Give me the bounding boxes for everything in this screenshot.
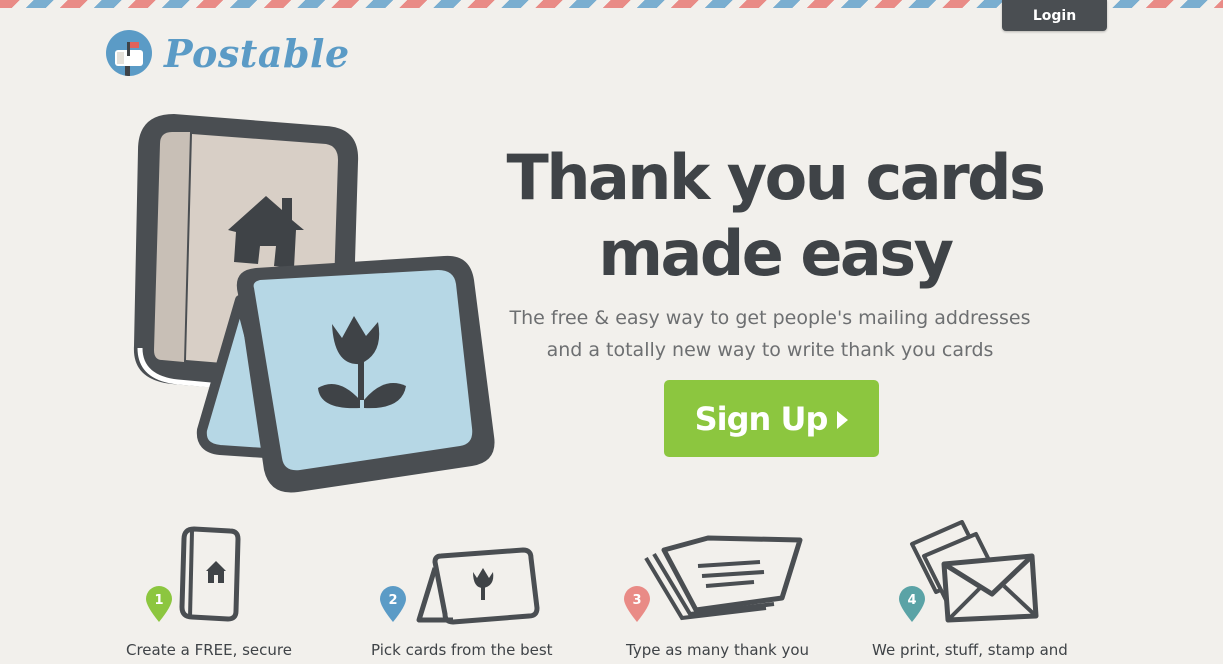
envelopes-icon bbox=[910, 520, 1039, 623]
step-3-text: Type as many thank you bbox=[626, 641, 810, 659]
step-pin-2: 2 bbox=[380, 586, 406, 622]
signup-label: Sign Up bbox=[694, 399, 829, 438]
login-button[interactable]: Login bbox=[1002, 0, 1107, 31]
card-icon bbox=[416, 547, 540, 625]
address-book-icon bbox=[179, 526, 241, 622]
step-pin-4: 4 bbox=[899, 586, 925, 622]
subhead-line-2: and a totally new way to write thank you… bbox=[546, 339, 994, 361]
signup-button[interactable]: Sign Up bbox=[664, 380, 879, 457]
subhead-line-1: The free & easy way to get people's mail… bbox=[509, 307, 1031, 329]
headline-line-2: made easy bbox=[598, 217, 954, 290]
step-pin-1: 1 bbox=[146, 586, 172, 622]
svg-text:2: 2 bbox=[388, 593, 397, 608]
hero-headline: Thank you cards made easy bbox=[460, 140, 1090, 292]
logo-wordmark: Postable bbox=[164, 30, 350, 76]
svg-text:3: 3 bbox=[632, 593, 641, 608]
svg-text:4: 4 bbox=[907, 593, 916, 608]
tulip-card-illustration bbox=[196, 255, 495, 493]
stack-of-cards-icon bbox=[644, 535, 803, 621]
headline-line-1: Thank you cards bbox=[506, 141, 1046, 214]
step-4-text: We print, stuff, stamp and bbox=[872, 641, 1068, 659]
mailbox-icon bbox=[106, 30, 152, 76]
play-arrow-icon bbox=[837, 411, 849, 429]
step-pin-3: 3 bbox=[624, 586, 650, 622]
logo[interactable]: Postable bbox=[106, 30, 350, 76]
svg-text:1: 1 bbox=[154, 593, 163, 608]
hero-subhead: The free & easy way to get people's mail… bbox=[480, 302, 1060, 366]
step-1-text: Create a FREE, secure bbox=[126, 641, 292, 659]
step-2-text: Pick cards from the best bbox=[371, 641, 553, 659]
